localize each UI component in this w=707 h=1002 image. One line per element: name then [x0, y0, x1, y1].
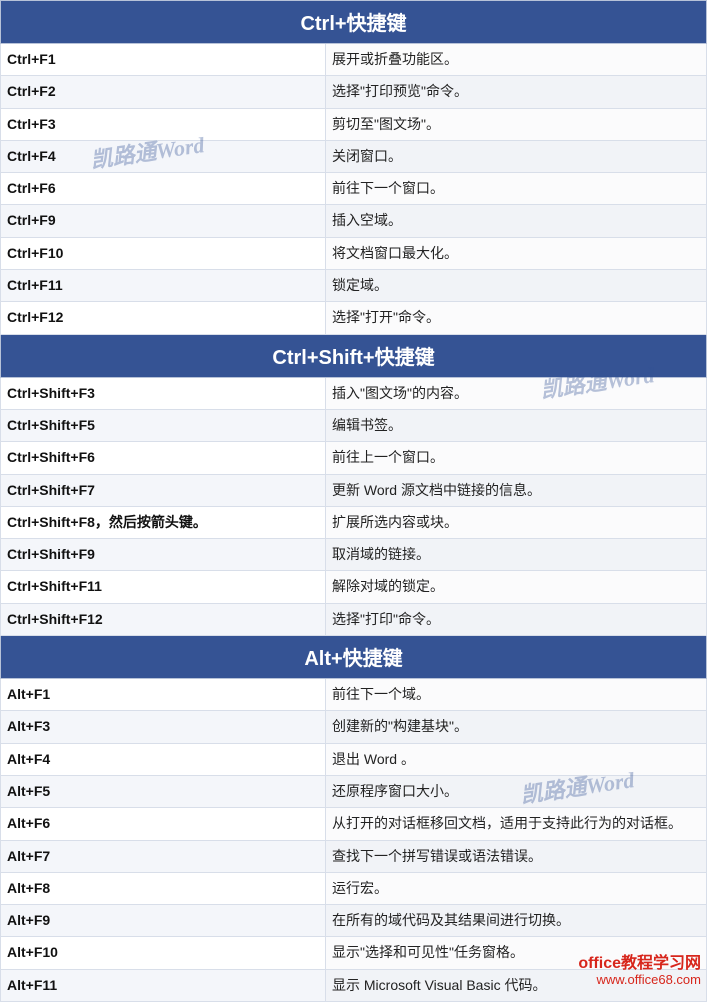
- table-row: Ctrl+Shift+F6前往上一个窗口。: [1, 442, 707, 474]
- shortcut-key: Ctrl+Shift+F12: [1, 603, 326, 635]
- shortcut-key: Alt+F8: [1, 872, 326, 904]
- shortcut-description: 前往上一个窗口。: [326, 442, 707, 474]
- table-row: Ctrl+F3剪切至"图文场"。: [1, 108, 707, 140]
- shortcut-document: { "watermark": "凯路通Word", "branding": { …: [0, 0, 707, 1002]
- section-header: Ctrl+快捷键: [1, 1, 707, 44]
- table-row: Alt+F1前往下一个域。: [1, 679, 707, 711]
- table-row: Alt+F11显示 Microsoft Visual Basic 代码。: [1, 969, 707, 1001]
- shortcut-key: Ctrl+F12: [1, 302, 326, 334]
- shortcut-table: Ctrl+快捷键Ctrl+F1展开或折叠功能区。Ctrl+F2选择"打印预览"命…: [0, 0, 707, 1002]
- shortcut-key: Ctrl+F10: [1, 237, 326, 269]
- table-row: Alt+F8运行宏。: [1, 872, 707, 904]
- shortcut-key: Ctrl+Shift+F7: [1, 474, 326, 506]
- shortcut-key: Ctrl+F4: [1, 140, 326, 172]
- shortcut-key: Ctrl+F3: [1, 108, 326, 140]
- shortcut-key: Alt+F6: [1, 808, 326, 840]
- shortcut-key: Alt+F4: [1, 743, 326, 775]
- shortcut-description: 运行宏。: [326, 872, 707, 904]
- shortcut-description: 在所有的域代码及其结果间进行切换。: [326, 905, 707, 937]
- shortcut-description: 显示"选择和可见性"任务窗格。: [326, 937, 707, 969]
- shortcut-description: 插入"图文场"的内容。: [326, 377, 707, 409]
- shortcut-description: 编辑书签。: [326, 409, 707, 441]
- shortcut-key: Ctrl+F2: [1, 76, 326, 108]
- shortcut-key: Ctrl+Shift+F3: [1, 377, 326, 409]
- shortcut-description: 从打开的对话框移回文档，适用于支持此行为的对话框。: [326, 808, 707, 840]
- table-row: Ctrl+Shift+F7更新 Word 源文档中链接的信息。: [1, 474, 707, 506]
- table-row: Alt+F6从打开的对话框移回文档，适用于支持此行为的对话框。: [1, 808, 707, 840]
- shortcut-description: 选择"打印预览"命令。: [326, 76, 707, 108]
- shortcut-description: 创建新的"构建基块"。: [326, 711, 707, 743]
- section-header: Ctrl+Shift+快捷键: [1, 334, 707, 377]
- shortcut-description: 扩展所选内容或块。: [326, 506, 707, 538]
- table-row: Ctrl+Shift+F11解除对域的锁定。: [1, 571, 707, 603]
- shortcut-description: 前往下一个域。: [326, 679, 707, 711]
- shortcut-description: 解除对域的锁定。: [326, 571, 707, 603]
- shortcut-key: Alt+F7: [1, 840, 326, 872]
- table-row: Alt+F5还原程序窗口大小。: [1, 775, 707, 807]
- table-row: Ctrl+Shift+F9取消域的链接。: [1, 539, 707, 571]
- shortcut-key: Ctrl+Shift+F11: [1, 571, 326, 603]
- table-row: Ctrl+Shift+F3插入"图文场"的内容。: [1, 377, 707, 409]
- shortcut-key: Alt+F11: [1, 969, 326, 1001]
- table-row: Ctrl+F11锁定域。: [1, 270, 707, 302]
- shortcut-key: Alt+F1: [1, 679, 326, 711]
- shortcut-key: Alt+F9: [1, 905, 326, 937]
- section-header: Alt+快捷键: [1, 636, 707, 679]
- shortcut-key: Alt+F5: [1, 775, 326, 807]
- shortcut-description: 锁定域。: [326, 270, 707, 302]
- table-row: Alt+F9在所有的域代码及其结果间进行切换。: [1, 905, 707, 937]
- shortcut-key: Ctrl+Shift+F6: [1, 442, 326, 474]
- shortcut-description: 前往下一个窗口。: [326, 173, 707, 205]
- shortcut-description: 查找下一个拼写错误或语法错误。: [326, 840, 707, 872]
- shortcut-key: Alt+F3: [1, 711, 326, 743]
- shortcut-key: Alt+F10: [1, 937, 326, 969]
- shortcut-description: 将文档窗口最大化。: [326, 237, 707, 269]
- shortcut-description: 剪切至"图文场"。: [326, 108, 707, 140]
- table-row: Ctrl+F4关闭窗口。: [1, 140, 707, 172]
- table-row: Alt+F7查找下一个拼写错误或语法错误。: [1, 840, 707, 872]
- shortcut-description: 退出 Word 。: [326, 743, 707, 775]
- shortcut-description: 选择"打开"命令。: [326, 302, 707, 334]
- table-row: Ctrl+F6前往下一个窗口。: [1, 173, 707, 205]
- shortcut-key: Ctrl+F11: [1, 270, 326, 302]
- table-row: Ctrl+F12选择"打开"命令。: [1, 302, 707, 334]
- shortcut-key: Ctrl+Shift+F5: [1, 409, 326, 441]
- shortcut-description: 更新 Word 源文档中链接的信息。: [326, 474, 707, 506]
- table-row: Alt+F10显示"选择和可见性"任务窗格。: [1, 937, 707, 969]
- table-row: Alt+F4退出 Word 。: [1, 743, 707, 775]
- shortcut-key: Ctrl+Shift+F8，然后按箭头键。: [1, 506, 326, 538]
- shortcut-key: Ctrl+Shift+F9: [1, 539, 326, 571]
- table-row: Ctrl+Shift+F5编辑书签。: [1, 409, 707, 441]
- shortcut-description: 插入空域。: [326, 205, 707, 237]
- shortcut-description: 选择"打印"命令。: [326, 603, 707, 635]
- table-row: Ctrl+Shift+F12选择"打印"命令。: [1, 603, 707, 635]
- shortcut-description: 关闭窗口。: [326, 140, 707, 172]
- table-row: Ctrl+F2选择"打印预览"命令。: [1, 76, 707, 108]
- table-row: Ctrl+F9插入空域。: [1, 205, 707, 237]
- shortcut-description: 还原程序窗口大小。: [326, 775, 707, 807]
- table-row: Ctrl+F1展开或折叠功能区。: [1, 44, 707, 76]
- shortcut-description: 显示 Microsoft Visual Basic 代码。: [326, 969, 707, 1001]
- table-row: Ctrl+F10将文档窗口最大化。: [1, 237, 707, 269]
- shortcut-description: 取消域的链接。: [326, 539, 707, 571]
- shortcut-key: Ctrl+F9: [1, 205, 326, 237]
- table-row: Ctrl+Shift+F8，然后按箭头键。扩展所选内容或块。: [1, 506, 707, 538]
- shortcut-description: 展开或折叠功能区。: [326, 44, 707, 76]
- shortcut-key: Ctrl+F1: [1, 44, 326, 76]
- shortcut-key: Ctrl+F6: [1, 173, 326, 205]
- table-row: Alt+F3创建新的"构建基块"。: [1, 711, 707, 743]
